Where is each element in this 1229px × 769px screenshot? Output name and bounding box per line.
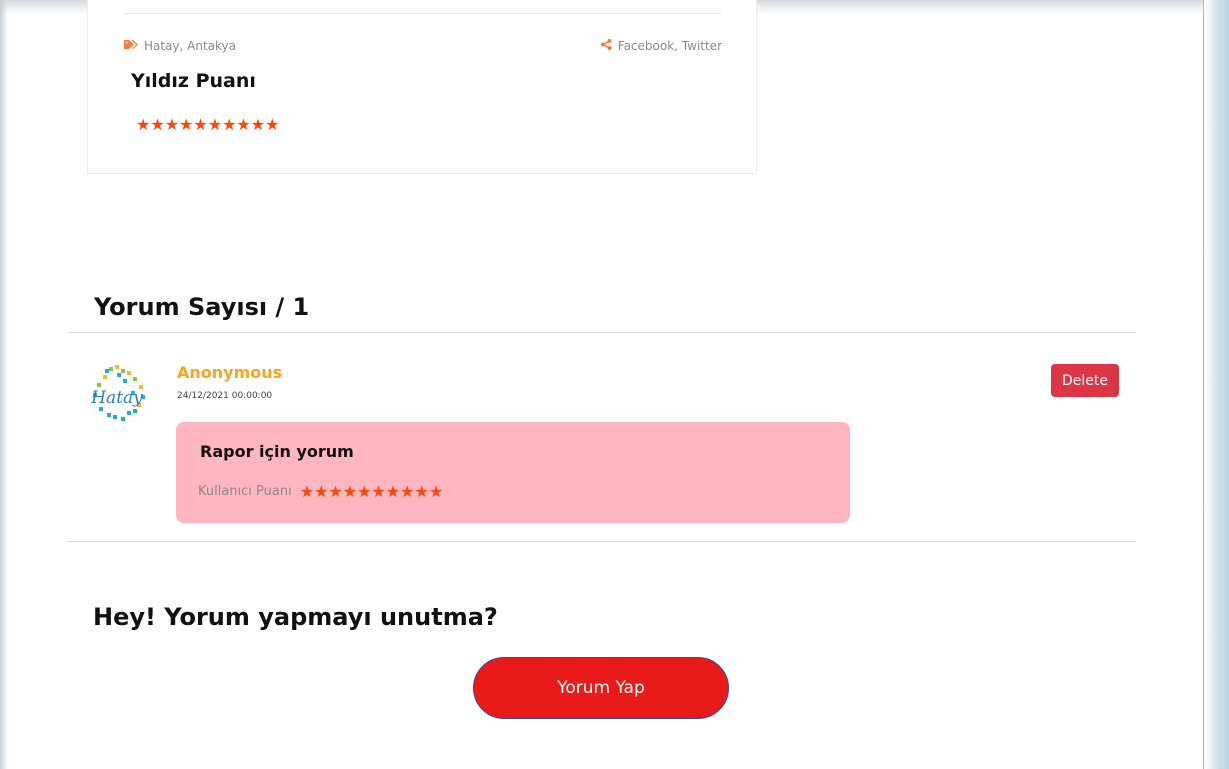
comments-bottom-divider bbox=[67, 541, 1135, 542]
comment-title: Rapor için yorum bbox=[200, 442, 354, 461]
comments-top-divider bbox=[67, 332, 1135, 333]
user-star-rating: ★★★★★★★★★★ bbox=[299, 482, 444, 501]
comment-body: Rapor için yorum Kullanıcı Puanı ★★★★★★★… bbox=[176, 422, 850, 523]
write-comment-button[interactable]: Yorum Yap bbox=[473, 657, 729, 719]
post-tags-text[interactable]: Hatay, Antakya bbox=[144, 39, 236, 53]
share-icon bbox=[600, 39, 612, 53]
avatar: Hatay bbox=[87, 363, 151, 425]
svg-text:Hatay: Hatay bbox=[90, 388, 143, 408]
post-share: Facebook, Twitter bbox=[600, 39, 722, 53]
user-rating-label: Kullanıcı Puanı bbox=[198, 484, 292, 499]
post-tags: Hatay, Antakya bbox=[124, 39, 236, 53]
comment-count-heading: Yorum Sayısı / 1 bbox=[94, 293, 310, 321]
comment-author[interactable]: Anonymous bbox=[177, 363, 282, 382]
window-frame-left bbox=[0, 0, 8, 769]
comment-date: 24/12/2021 00:00:00 bbox=[177, 391, 273, 401]
delete-comment-button[interactable]: Delete bbox=[1051, 364, 1119, 397]
hatay-logo-icon: Hatay bbox=[90, 365, 145, 421]
star-rating-title: Yıldız Puanı bbox=[131, 70, 256, 92]
post-divider bbox=[124, 13, 722, 14]
window-frame-right bbox=[1204, 0, 1229, 769]
tags-icon bbox=[124, 39, 138, 53]
comment-prompt-heading: Hey! Yorum yapmayı unutma? bbox=[93, 603, 498, 631]
post-star-rating: ★★★★★★★★★★ bbox=[136, 115, 280, 134]
user-rating: Kullanıcı Puanı ★★★★★★★★★★ bbox=[198, 482, 443, 501]
post-share-text[interactable]: Facebook, Twitter bbox=[618, 39, 722, 53]
post-card: Hatay, Antakya Facebook, Twitter Yıldız … bbox=[87, 0, 757, 174]
